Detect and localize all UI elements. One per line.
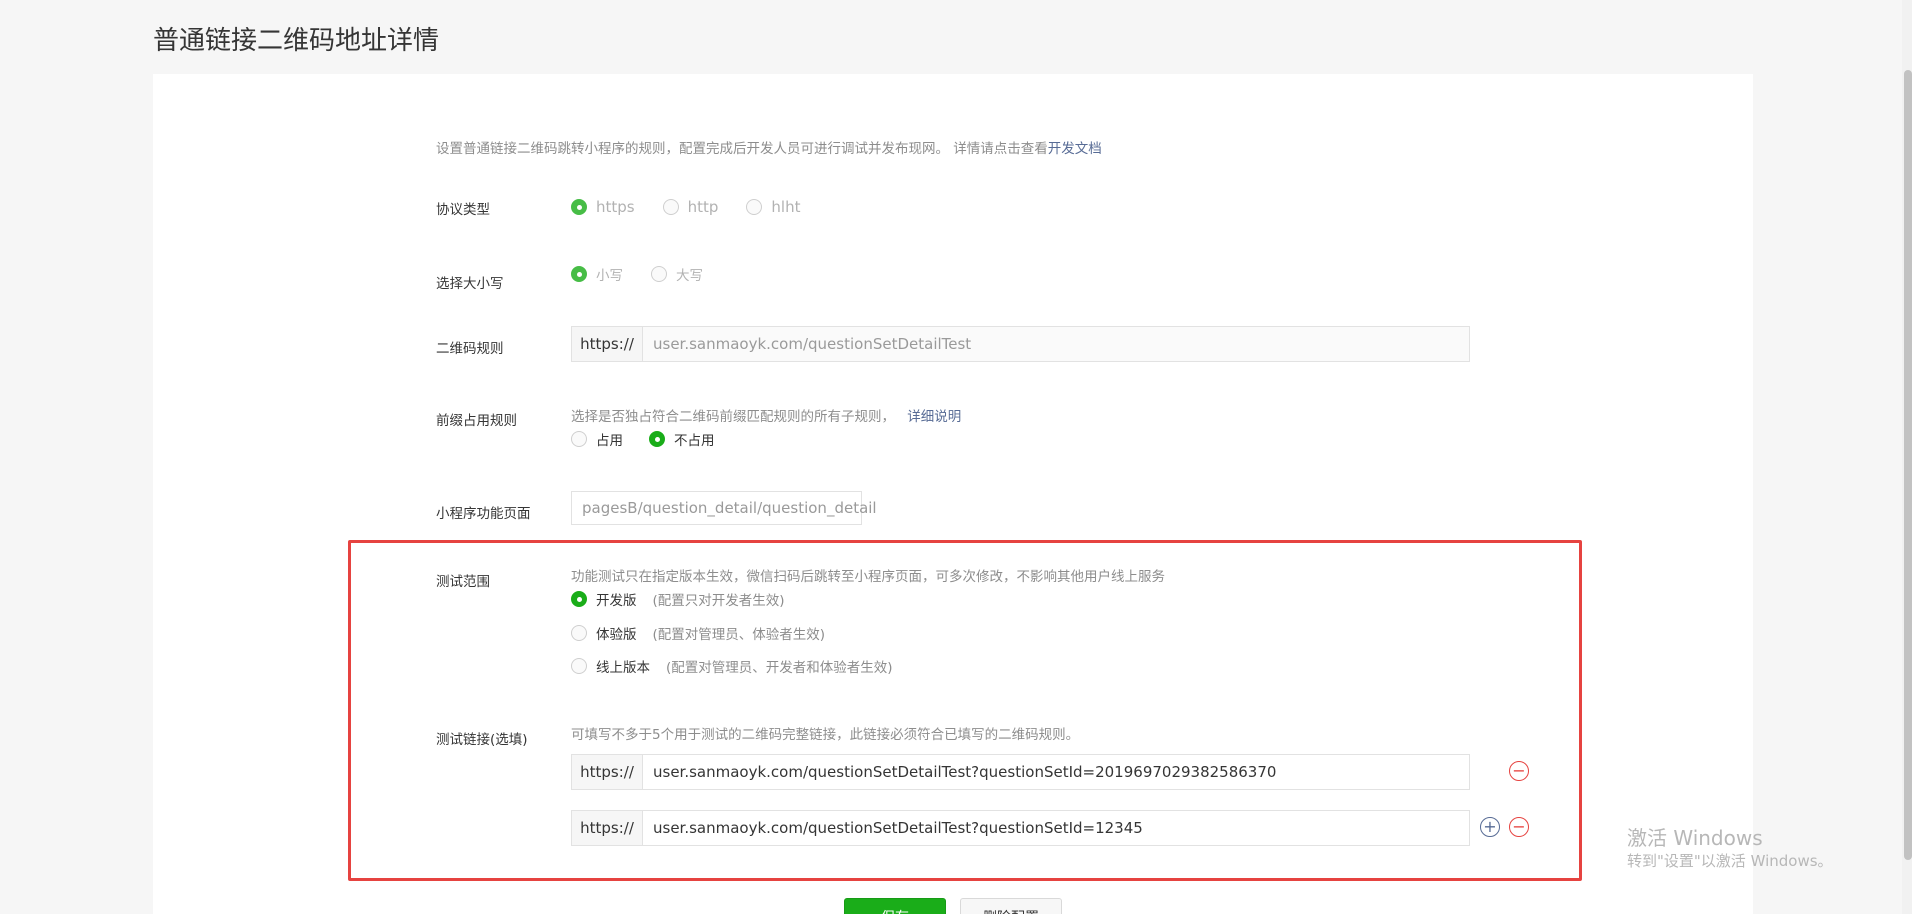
page-title: 普通链接二维码地址详情 bbox=[153, 26, 440, 56]
scope-option-online-label: 线上版本 bbox=[596, 660, 650, 676]
test-link-field-2[interactable]: https:// user.sanmaoyk.com/questionSetDe… bbox=[571, 810, 1470, 846]
test-link-value-1[interactable]: user.sanmaoyk.com/questionSetDetailTest?… bbox=[643, 763, 1276, 781]
radio-unselected-icon[interactable] bbox=[662, 199, 679, 215]
qr-rule-field[interactable]: https:// user.sanmaoyk.com/questionSetDe… bbox=[571, 326, 1470, 362]
scope-option-online[interactable]: 线上版本 (配置对管理员、开发者和体验者生效) bbox=[571, 656, 893, 676]
remove-link-icon[interactable]: − bbox=[1509, 817, 1529, 837]
prefix-rule-label: 前缀占用规则 bbox=[436, 413, 517, 429]
save-button[interactable]: 保存 bbox=[844, 898, 946, 914]
test-scope-label: 测试范围 bbox=[436, 574, 490, 590]
test-link-value-2[interactable]: user.sanmaoyk.com/questionSetDetailTest?… bbox=[643, 819, 1143, 837]
protocol-label: 协议类型 bbox=[436, 202, 490, 218]
intro-description: 设置普通链接二维码跳转小程序的规则，配置完成后开发人员可进行调试并发布现网。 详… bbox=[436, 141, 1048, 157]
scope-option-online-note: (配置对管理员、开发者和体验者生效) bbox=[666, 660, 893, 676]
intro-text: 设置普通链接二维码跳转小程序的规则，配置完成后开发人员可进行调试并发布现网。 详… bbox=[436, 137, 1102, 157]
test-scope-desc: 功能测试只在指定版本生效，微信扫码后跳转至小程序页面，可多次修改，不影响其他用户… bbox=[571, 569, 1165, 585]
prefix-rule-desc: 选择是否独占符合二维码前缀匹配规则的所有子规则， 详细说明 bbox=[571, 409, 962, 425]
radio-unselected-icon[interactable] bbox=[571, 431, 587, 447]
test-link-prefix: https:// bbox=[572, 811, 643, 845]
protocol-option-https[interactable]: https bbox=[571, 198, 635, 216]
radio-unselected-icon[interactable] bbox=[571, 658, 587, 674]
qr-rule-label: 二维码规则 bbox=[436, 341, 504, 357]
windows-activation-title: 激活 Windows bbox=[1627, 826, 1763, 850]
case-radio-group: 小写 大写 bbox=[571, 264, 703, 284]
dev-docs-link[interactable]: 开发文档 bbox=[1048, 141, 1102, 157]
scope-option-trial[interactable]: 体验版 (配置对管理员、体验者生效) bbox=[571, 623, 825, 643]
prefix-option-not-occupy[interactable]: 不占用 bbox=[649, 429, 715, 449]
radio-selected-icon[interactable] bbox=[571, 199, 587, 215]
case-option-lower[interactable]: 小写 bbox=[571, 264, 623, 284]
remove-link-icon[interactable]: − bbox=[1509, 761, 1529, 781]
page-path-input[interactable]: pagesB/question_detail/question_detail bbox=[571, 491, 877, 525]
qr-rule-value[interactable]: user.sanmaoyk.com/questionSetDetailTest bbox=[643, 335, 971, 353]
case-option-upper[interactable]: 大写 bbox=[651, 264, 703, 284]
test-links-desc: 可填写不多于5个用于测试的二维码完整链接，此链接必须符合已填写的二维码规则。 bbox=[571, 727, 1080, 743]
qr-rule-prefix: https:// bbox=[572, 327, 643, 361]
scope-option-trial-note: (配置对管理员、体验者生效) bbox=[652, 627, 826, 643]
page-scrollbar[interactable] bbox=[1902, 0, 1912, 914]
delete-config-button[interactable]: 删除配置 bbox=[960, 898, 1062, 914]
test-link-field-1[interactable]: https:// user.sanmaoyk.com/questionSetDe… bbox=[571, 754, 1470, 790]
radio-unselected-icon[interactable] bbox=[651, 266, 667, 282]
test-link-prefix: https:// bbox=[572, 755, 643, 789]
prefix-rule-radio-group: 占用 不占用 bbox=[571, 429, 715, 449]
prefix-option-occupy[interactable]: 占用 bbox=[571, 429, 623, 449]
windows-activation-hint: 转到"设置"以激活 Windows。 bbox=[1627, 852, 1833, 870]
radio-unselected-icon[interactable] bbox=[571, 625, 587, 641]
radio-selected-icon[interactable] bbox=[649, 431, 665, 447]
protocol-radio-group: https http hlht bbox=[571, 198, 800, 216]
radio-selected-icon[interactable] bbox=[571, 266, 587, 282]
case-label: 选择大小写 bbox=[436, 276, 504, 292]
add-link-icon[interactable]: + bbox=[1480, 817, 1500, 837]
scrollbar-thumb[interactable] bbox=[1904, 70, 1912, 860]
page-path-label: 小程序功能页面 bbox=[436, 506, 531, 522]
test-links-label: 测试链接(选填) bbox=[436, 732, 528, 748]
scope-option-dev-label: 开发版 bbox=[596, 593, 637, 609]
radio-unselected-icon[interactable] bbox=[746, 199, 763, 215]
scope-option-dev[interactable]: 开发版 (配置只对开发者生效) bbox=[571, 589, 785, 609]
protocol-option-hlht[interactable]: hlht bbox=[746, 198, 800, 216]
scope-option-dev-note: (配置只对开发者生效) bbox=[652, 593, 785, 609]
protocol-option-http[interactable]: http bbox=[662, 198, 718, 216]
scope-option-trial-label: 体验版 bbox=[596, 627, 637, 643]
radio-selected-icon[interactable] bbox=[571, 591, 587, 607]
detail-link[interactable]: 详细说明 bbox=[907, 409, 961, 425]
